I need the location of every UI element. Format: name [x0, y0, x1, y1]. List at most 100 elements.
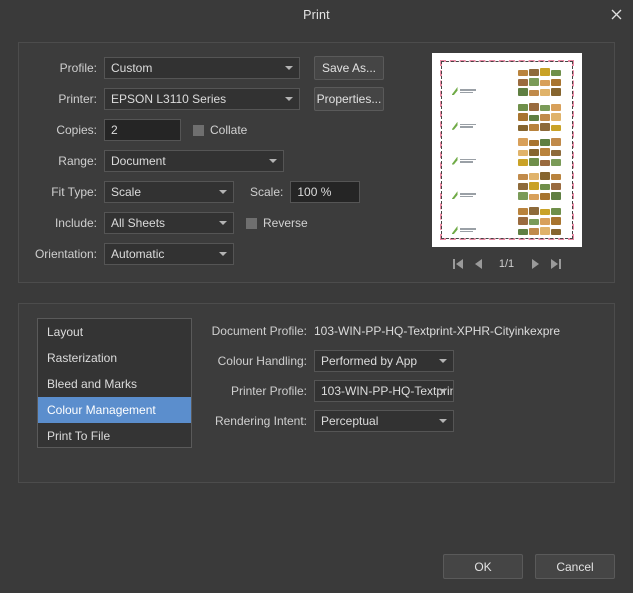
rendering-intent-label: Rendering Intent: — [214, 414, 307, 428]
category-item-rasterization[interactable]: Rasterization — [38, 345, 191, 371]
preview-sticker — [528, 228, 539, 235]
rendering-intent-select[interactable]: Perceptual — [314, 410, 454, 432]
preview-sticker — [539, 122, 550, 131]
preview-sticker — [550, 158, 561, 166]
checkbox-box — [193, 124, 204, 136]
printer-profile-row: Printer Profile: 103-WIN-PP-HQ-Textprint — [206, 378, 614, 404]
profile-label: Profile: — [59, 61, 97, 75]
ok-button[interactable]: OK — [443, 554, 523, 579]
preview-sticker — [517, 229, 528, 235]
checkbox-box — [246, 217, 257, 229]
preview-sticker — [539, 172, 550, 181]
category-item-print-to-file[interactable]: Print To File — [38, 423, 191, 449]
preview-sticker — [539, 159, 550, 166]
range-select[interactable]: Document — [104, 150, 284, 172]
collate-label: Collate — [210, 123, 248, 137]
printer-profile-select[interactable]: 103-WIN-PP-HQ-Textprint — [314, 380, 454, 402]
preview-sticker — [550, 174, 561, 181]
preview-sticker — [528, 123, 539, 131]
copies-label: Copies: — [56, 123, 97, 137]
preview-sticker — [539, 193, 550, 201]
chevron-down-icon — [219, 190, 227, 194]
rendering-intent-value: Perceptual — [321, 414, 379, 428]
preview-sticker — [517, 70, 528, 76]
preview-sticker — [528, 78, 539, 86]
first-page-icon[interactable] — [452, 259, 463, 269]
preview-sticker — [517, 103, 528, 111]
chevron-down-icon — [285, 66, 293, 70]
scale-input[interactable]: 100 % — [290, 181, 361, 203]
category-item-layout[interactable]: Layout — [38, 319, 191, 345]
colour-handling-label: Colour Handling: — [217, 354, 307, 368]
preview-sticker — [539, 80, 550, 86]
include-row: Include: All Sheets Reverse — [19, 210, 399, 236]
preview-sticker-grid — [517, 137, 561, 166]
orientation-value: Automatic — [111, 247, 165, 261]
colour-handling-value: Performed by App — [321, 354, 418, 368]
preview-sticker — [539, 89, 550, 96]
colour-handling-row: Colour Handling: Performed by App — [206, 348, 614, 374]
chevron-down-icon — [439, 389, 447, 393]
chevron-down-icon — [219, 252, 227, 256]
preview-sticker — [550, 192, 561, 201]
collate-checkbox[interactable]: Collate — [193, 123, 247, 137]
chevron-down-icon — [439, 359, 447, 363]
preview-sticker — [528, 182, 539, 191]
preview-sticker — [517, 137, 528, 146]
preview-sticker — [517, 158, 528, 166]
print-settings-panel: Profile: Custom Save As... Printer: EPSO… — [18, 42, 615, 283]
fit-type-select[interactable]: Scale — [104, 181, 234, 203]
preview-sticker — [528, 219, 539, 225]
orientation-select[interactable]: Automatic — [104, 243, 234, 265]
dialog-footer: OK Cancel — [0, 554, 633, 593]
print-settings-form: Profile: Custom Save As... Printer: EPSO… — [19, 43, 399, 282]
preview-sticker — [528, 157, 539, 166]
preview-sheet-row — [446, 99, 569, 132]
preview-sticker-grid — [517, 171, 561, 201]
document-profile-label: Document Profile: — [211, 324, 307, 338]
range-row: Range: Document — [19, 148, 399, 174]
chevron-down-icon — [285, 97, 293, 101]
cancel-button[interactable]: Cancel — [535, 554, 615, 579]
printer-select[interactable]: EPSON L3110 Series — [104, 88, 300, 110]
preview-sticker — [517, 217, 528, 225]
include-select[interactable]: All Sheets — [104, 212, 234, 234]
copies-input[interactable]: 2 — [104, 119, 181, 141]
reverse-label: Reverse — [263, 216, 308, 230]
preview-sticker — [517, 183, 528, 191]
scale-value: 100 % — [297, 185, 332, 199]
next-page-icon[interactable] — [531, 259, 539, 269]
preview-sticker — [528, 148, 539, 156]
save-as-button[interactable]: Save As... — [314, 56, 384, 80]
preview-sticker — [517, 112, 528, 121]
category-item-colour-management[interactable]: Colour Management — [38, 397, 191, 423]
printer-row: Printer: EPSON L3110 Series Properties..… — [19, 86, 399, 112]
preview-page — [431, 53, 582, 247]
colour-handling-select[interactable]: Performed by App — [314, 350, 454, 372]
range-label: Range: — [58, 154, 97, 168]
preview-sticker — [550, 183, 561, 191]
title-bar: Print — [0, 0, 633, 29]
page-indicator: 1/1 — [498, 258, 515, 270]
preview-sticker — [528, 194, 539, 201]
profile-row: Profile: Custom Save As... — [19, 55, 399, 81]
previous-page-icon[interactable] — [474, 259, 482, 269]
printer-properties-button[interactable]: Properties... — [314, 87, 384, 111]
chevron-down-icon — [439, 419, 447, 423]
document-profile-value: 103-WIN-PP-HQ-Textprint-XPHR-Cityinkexpr… — [314, 324, 561, 338]
preview-sticker — [550, 217, 561, 225]
last-page-icon[interactable] — [550, 259, 561, 269]
include-label: Include: — [54, 216, 97, 230]
fit-type-label: Fit Type: — [51, 185, 97, 199]
preview-sticker — [517, 149, 528, 156]
close-icon[interactable] — [599, 0, 633, 29]
profile-select[interactable]: Custom — [104, 57, 300, 79]
preview-sticker — [517, 88, 528, 96]
orientation-label: Orientation: — [34, 247, 97, 261]
preview-logo — [451, 156, 476, 165]
category-item-bleed-and-marks[interactable]: Bleed and Marks — [38, 371, 191, 397]
reverse-checkbox[interactable]: Reverse — [246, 216, 308, 230]
preview-sticker — [550, 79, 561, 86]
preview-sticker — [539, 68, 550, 76]
preview-logo — [451, 87, 476, 95]
